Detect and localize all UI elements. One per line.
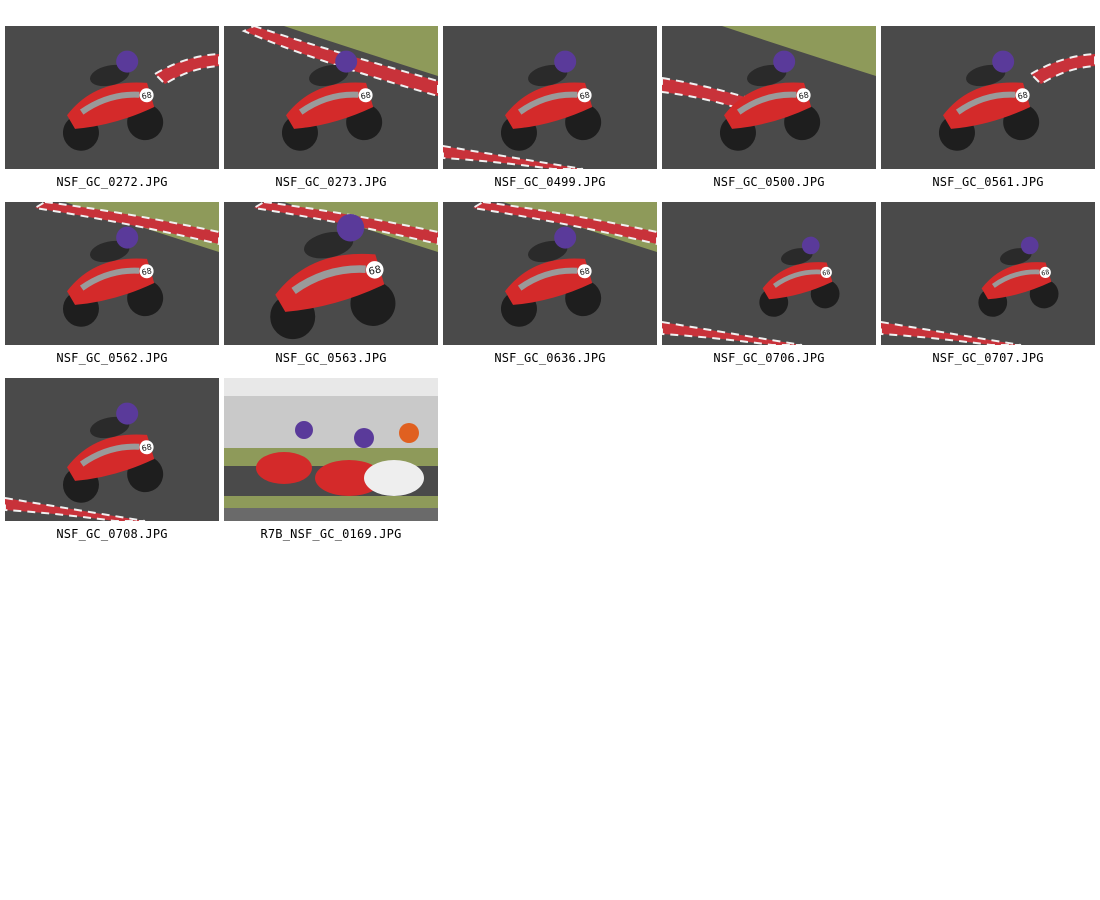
thumbnail-item[interactable]: 68 NSF_GC_0563.JPG — [224, 202, 438, 378]
thumbnail-filename[interactable]: NSF_GC_0707.JPG — [881, 351, 1095, 365]
thumbnail-filename[interactable]: NSF_GC_0708.JPG — [5, 527, 219, 541]
thumbnail-image[interactable]: 68 — [662, 26, 876, 169]
thumbnail-filename[interactable]: NSF_GC_0500.JPG — [662, 175, 876, 189]
thumbnail-item[interactable]: 68 NSF_GC_0707.JPG — [881, 202, 1095, 378]
thumbnail-item[interactable]: 68 NSF_GC_0273.JPG — [224, 26, 438, 202]
thumbnail-filename[interactable]: NSF_GC_0636.JPG — [443, 351, 657, 365]
thumbnail-item[interactable]: 68 NSF_GC_0562.JPG — [5, 202, 219, 378]
svg-text:68: 68 — [1041, 268, 1051, 278]
thumbnail-image[interactable]: 68 — [662, 202, 876, 345]
gallery-row: 68 NSF_GC_0272.JPG 68 NSF_GC_0273.JPG 68 NSF_… — [5, 26, 1097, 202]
thumbnail-item[interactable]: 68 NSF_GC_0499.JPG — [443, 26, 657, 202]
thumbnail-filename[interactable]: NSF_GC_0273.JPG — [224, 175, 438, 189]
thumbnail-image[interactable]: 68 — [5, 378, 219, 521]
thumbnail-image[interactable]: 68 — [881, 26, 1095, 169]
thumbnail-filename[interactable]: NSF_GC_0272.JPG — [5, 175, 219, 189]
thumbnail-gallery: 68 NSF_GC_0272.JPG 68 NSF_GC_0273.JPG 68 NSF_… — [5, 26, 1097, 554]
thumbnail-item[interactable]: 68 NSF_GC_0636.JPG — [443, 202, 657, 378]
thumbnail-image[interactable]: 68 — [881, 202, 1095, 345]
thumbnail-filename[interactable]: NSF_GC_0499.JPG — [443, 175, 657, 189]
thumbnail-item[interactable]: 68 NSF_GC_0561.JPG — [881, 26, 1095, 202]
thumbnail-image[interactable]: 68 — [224, 202, 438, 345]
gallery-row: 68 NSF_GC_0562.JPG 68 NSF_GC_0563.JPG 68 NSF_… — [5, 202, 1097, 378]
thumbnail-item[interactable]: 68 NSF_GC_0708.JPG — [5, 378, 219, 554]
thumbnail-item[interactable]: 68 NSF_GC_0272.JPG — [5, 26, 219, 202]
thumbnail-image[interactable] — [224, 378, 438, 521]
thumbnail-item[interactable]: 68 NSF_GC_0500.JPG — [662, 26, 876, 202]
thumbnail-filename[interactable]: NSF_GC_0706.JPG — [662, 351, 876, 365]
thumbnail-image[interactable]: 68 — [5, 26, 219, 169]
thumbnail-item[interactable]: 68 NSF_GC_0706.JPG — [662, 202, 876, 378]
thumbnail-image[interactable]: 68 — [443, 202, 657, 345]
gallery-row: 68 NSF_GC_0708.JPG R7B_NSF_GC_0169.JPG — [5, 378, 1097, 554]
thumbnail-image[interactable]: 68 — [224, 26, 438, 169]
thumbnail-filename[interactable]: NSF_GC_0561.JPG — [881, 175, 1095, 189]
thumbnail-item[interactable]: R7B_NSF_GC_0169.JPG — [224, 378, 438, 554]
thumbnail-filename[interactable]: NSF_GC_0563.JPG — [224, 351, 438, 365]
thumbnail-filename[interactable]: NSF_GC_0562.JPG — [5, 351, 219, 365]
svg-text:68: 68 — [822, 268, 832, 278]
thumbnail-image[interactable]: 68 — [5, 202, 219, 345]
thumbnail-filename[interactable]: R7B_NSF_GC_0169.JPG — [224, 527, 438, 541]
thumbnail-image[interactable]: 68 — [443, 26, 657, 169]
